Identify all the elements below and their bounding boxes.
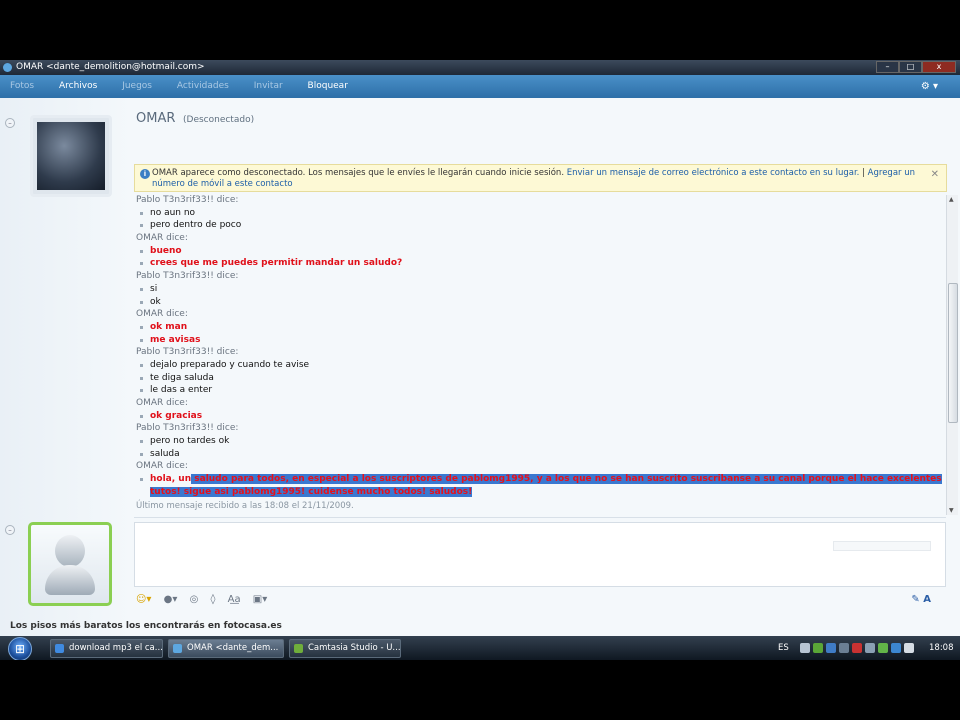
message-line: dejalo preparado y cuando te avise (136, 359, 946, 372)
conversation-scrollbar[interactable]: ▲ ▼ (946, 195, 958, 515)
browser-icon (55, 644, 64, 653)
menu-archivos[interactable]: Archivos (59, 81, 97, 91)
message-sender: OMAR dice: (136, 398, 188, 408)
message-line: no aun no (136, 207, 946, 220)
message-sender: OMAR dice: (136, 461, 188, 472)
taskbar-item-camtasia[interactable]: Camtasia Studio - U... (289, 639, 401, 658)
default-user-icon (55, 535, 85, 567)
language-indicator[interactable]: ES (778, 636, 789, 660)
voice-clip-icon[interactable]: ◊ (211, 594, 216, 605)
info-text: OMAR aparece como desconectado. Los mens… (152, 168, 565, 178)
minimize-button[interactable]: – (876, 61, 899, 73)
window-controls: – □ x (876, 61, 956, 73)
tray-icon[interactable] (865, 643, 875, 653)
message-line-selected: hola, un saludo para todos, en especial … (136, 473, 942, 498)
last-received-note: Último mensaje recibido a las 18:08 el 2… (136, 500, 354, 511)
message-line: pero dentro de poco (136, 219, 946, 232)
default-user-body (45, 565, 95, 595)
taskbar-item-label: download mp3 el ca... (69, 643, 163, 653)
window-titlebar: OMAR <dante_demolition@hotmail.com> – □ … (0, 60, 960, 75)
message-prefix: hola, un (150, 474, 192, 485)
taskbar-item-label: Camtasia Studio - U... (308, 643, 401, 653)
message-line: ok gracias (136, 410, 946, 423)
contact-avatar[interactable] (30, 115, 112, 197)
send-button[interactable] (833, 541, 931, 551)
menu-actividades[interactable]: Actividades (177, 81, 229, 91)
messenger-icon (3, 63, 12, 72)
scroll-down-icon[interactable]: ▼ (949, 507, 954, 514)
selected-text: saludo para todos, en especial a los sus… (150, 474, 942, 497)
conversation-area: Pablo T3n3rif33!! dice: no aun no pero den… (136, 194, 946, 514)
input-toolbar: ☺▾ ●▾ ◎ ◊ A͟a ▣▾ ✎ A (136, 594, 946, 610)
contact-status: (Desconectado) (183, 115, 255, 125)
tray-icon[interactable] (800, 643, 810, 653)
own-avatar[interactable] (28, 522, 112, 606)
nudge-icon[interactable]: ◎ (190, 594, 199, 605)
message-line: crees que me puedes permitir mandar un s… (136, 257, 946, 270)
message-input[interactable] (134, 522, 946, 587)
message-line: ok (136, 296, 946, 309)
ad-banner[interactable]: Los pisos más baratos los encontrarás en… (0, 618, 960, 634)
message-line: saluda (136, 448, 946, 461)
font-icon[interactable]: A͟a (228, 594, 241, 605)
info-icon: i (140, 169, 150, 179)
tray-icon[interactable] (839, 643, 849, 653)
action-menubar: Fotos Archivos Juegos Actividades Invita… (0, 75, 960, 98)
message-line: bueno (136, 245, 946, 258)
tray-icon[interactable] (826, 643, 836, 653)
emoticon-icon[interactable]: ☺▾ (136, 594, 151, 605)
menu-invitar[interactable]: Invitar (254, 81, 283, 91)
info-separator: | (862, 168, 865, 178)
tray-icon[interactable] (852, 643, 862, 653)
message-line: le das a enter (136, 384, 946, 397)
volume-icon[interactable] (904, 643, 914, 653)
taskbar-item-messenger[interactable]: OMAR <dante_dem... (168, 639, 284, 658)
close-info-icon[interactable]: ✕ (931, 169, 939, 180)
message-line: ok man (136, 321, 946, 334)
message-line: si (136, 283, 946, 296)
close-button[interactable]: x (922, 61, 956, 73)
messenger-icon (173, 644, 182, 653)
tray-icon[interactable] (813, 643, 823, 653)
message-line: me avisas (136, 334, 946, 347)
message-line: pero no tardes ok (136, 435, 946, 448)
clock[interactable]: 18:08 (929, 636, 954, 660)
camtasia-icon (294, 644, 303, 653)
contact-avatar-photo (37, 122, 105, 190)
collapse-contact-button[interactable]: – (5, 118, 15, 128)
tray-icon[interactable] (878, 643, 888, 653)
messenger-screen: OMAR <dante_demolition@hotmail.com> – □ … (0, 60, 960, 660)
message-line: te diga saluda (136, 372, 946, 385)
message-sender: Pablo T3n3rif33!! dice: (136, 271, 239, 282)
wink-icon[interactable]: ●▾ (164, 594, 178, 605)
menu-fotos[interactable]: Fotos (10, 81, 34, 91)
scroll-up-icon[interactable]: ▲ (949, 196, 954, 203)
text-format-icon[interactable]: ✎ A (911, 594, 931, 605)
message-sender: Pablo T3n3rif33!! dice: (136, 195, 239, 205)
windows-taskbar: ⊞ download mp3 el ca... OMAR <dante_dem.… (0, 636, 960, 660)
maximize-button[interactable]: □ (899, 61, 922, 73)
message-sender: Pablo T3n3rif33!! dice: (136, 423, 239, 434)
start-button[interactable]: ⊞ (8, 637, 32, 660)
network-icon[interactable] (891, 643, 901, 653)
email-contact-link[interactable]: Enviar un mensaje de correo electrónico … (567, 168, 860, 178)
message-sender: Pablo T3n3rif33!! dice: (136, 347, 239, 358)
taskbar-item-browser[interactable]: download mp3 el ca... (50, 639, 163, 658)
message-sender: OMAR dice: (136, 233, 188, 244)
collapse-own-button[interactable]: – (5, 525, 15, 535)
background-icon[interactable]: ▣▾ (253, 594, 267, 605)
message-sender: OMAR dice: (136, 309, 188, 320)
divider (134, 517, 946, 518)
gear-icon[interactable]: ⚙ ▾ (921, 75, 938, 98)
menu-juegos[interactable]: Juegos (122, 81, 152, 91)
menu-bloquear[interactable]: Bloquear (308, 81, 348, 91)
offline-info-bar: i OMAR aparece como desconectado. Los me… (134, 164, 947, 192)
contact-name: OMAR (136, 111, 176, 126)
taskbar-item-label: OMAR <dante_dem... (187, 643, 279, 653)
window-title: OMAR <dante_demolition@hotmail.com> (16, 62, 205, 72)
scrollbar-thumb[interactable] (948, 283, 958, 423)
